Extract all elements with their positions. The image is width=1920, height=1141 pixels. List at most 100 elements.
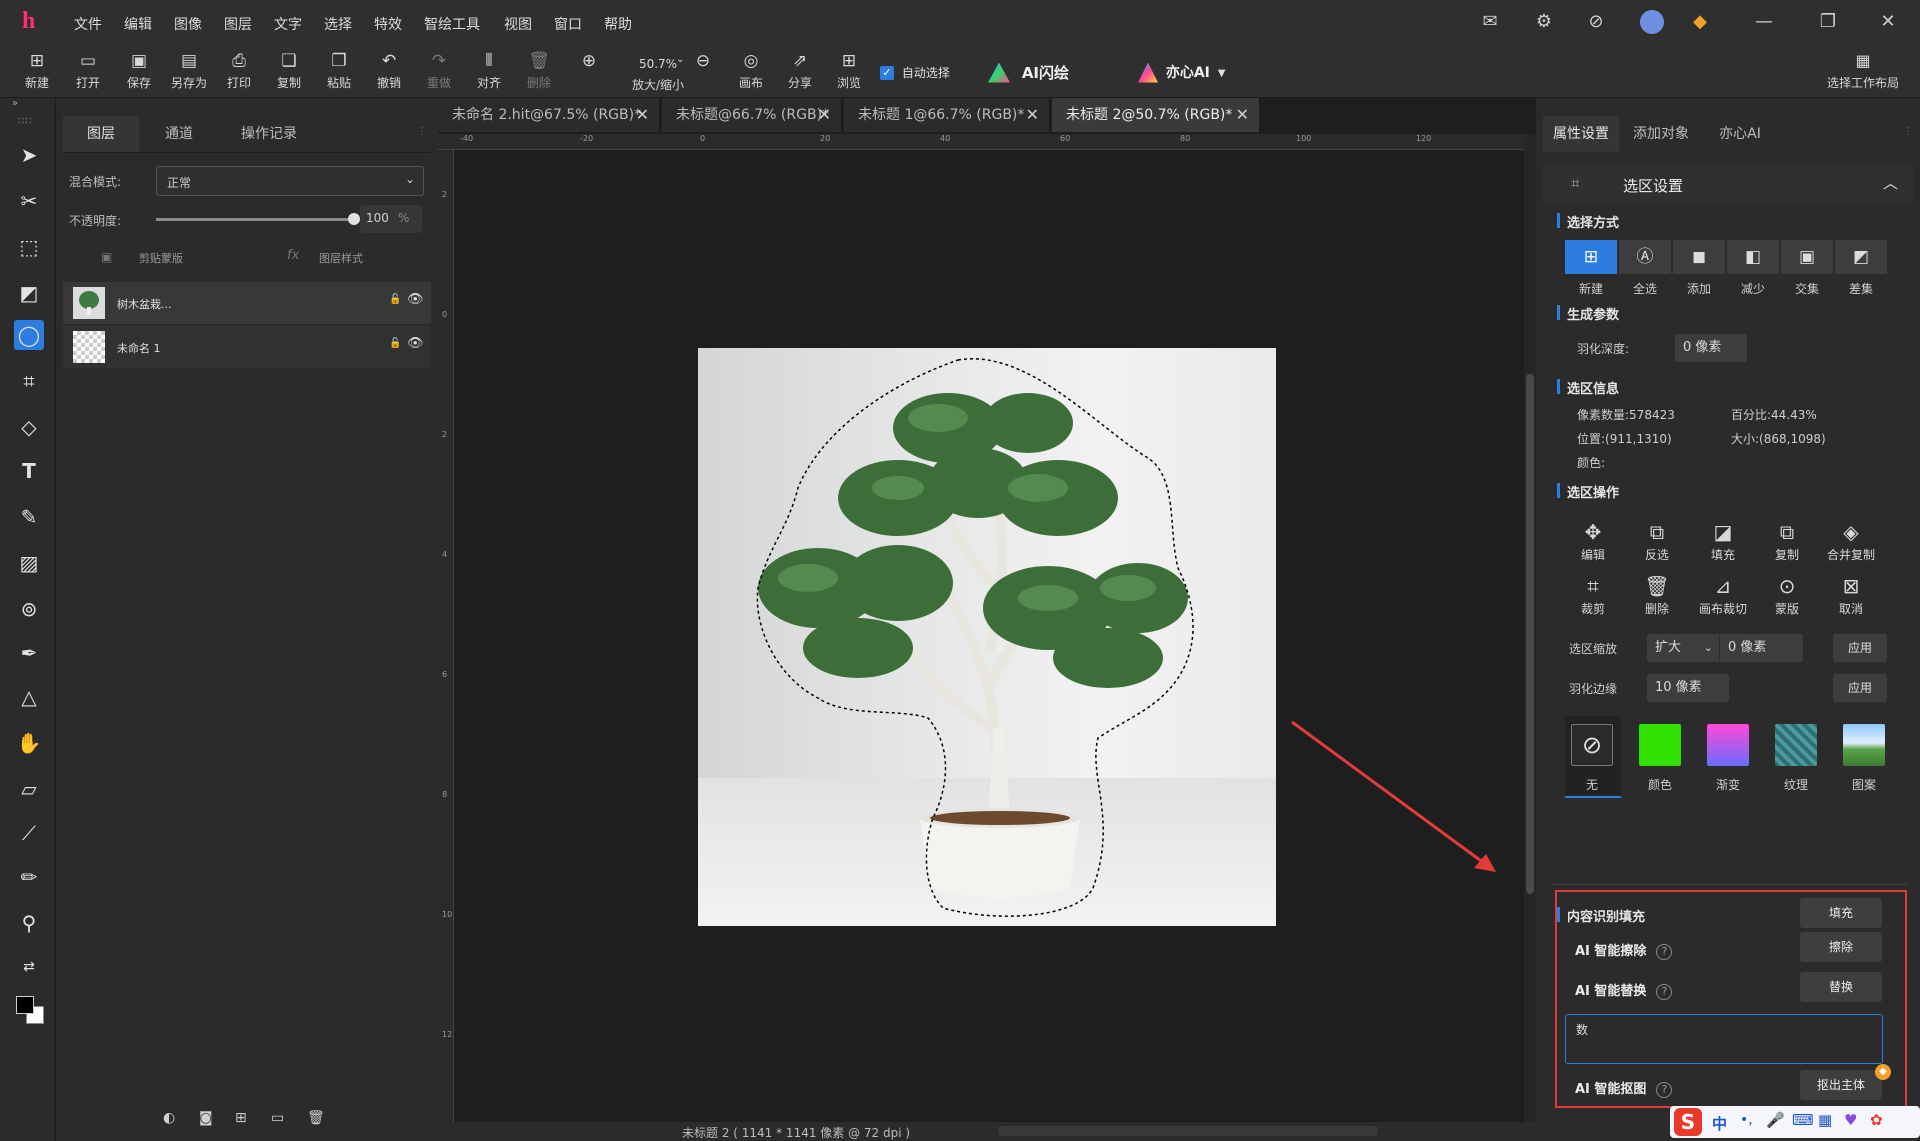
transform-tool-icon[interactable]: ▱ [14,774,44,804]
lock-icon[interactable]: 🔓 [389,338,401,349]
menu-smart-tools[interactable]: 智绘工具 [424,14,480,34]
restore-icon[interactable]: ❐ [1816,10,1840,34]
ai-replace-button[interactable]: 替换 [1800,972,1882,1002]
opacity-slider-track[interactable] [156,213,360,225]
smudge-tool-icon[interactable]: ⟋ [14,818,44,848]
layer-style-button[interactable]: 图层样式 [319,250,363,266]
help-icon[interactable]: ? [1656,944,1673,960]
op-delete-button[interactable]: 🗑 删除 [1629,574,1685,617]
text-tool-icon[interactable]: T [14,456,44,486]
paste-button[interactable]: ❐ 粘贴 [318,50,360,94]
skin-icon[interactable]: ♥ [1844,1111,1857,1129]
menu-select[interactable]: 选择 [324,14,352,34]
close-icon[interactable]: ✕ [1876,10,1900,34]
op-fill-button[interactable]: ◪ 填充 [1695,520,1751,563]
delete-layer-icon[interactable]: 🗑 [307,1110,325,1126]
tab-yixin-ai[interactable]: 亦心AI [1703,116,1777,152]
foreground-color-swatch[interactable] [16,996,34,1014]
keyboard-icon[interactable]: ⌨ [1792,1111,1814,1129]
close-tab-icon[interactable]: ✕ [818,98,831,132]
op-cancel-button[interactable]: ⊠ 取消 [1823,574,1879,617]
ai-prompt-textarea[interactable]: 数 [1565,1014,1883,1064]
sogou-logo-icon[interactable]: S [1674,1108,1702,1136]
ai-flash-button[interactable]: AI闪绘 [988,58,1069,86]
eyedropper-tool-icon[interactable]: ⚲ [14,908,44,938]
mode-difference-button[interactable]: ◩ [1835,240,1887,274]
stamp-tool-icon[interactable]: ⊚ [14,594,44,624]
hand-tool-icon[interactable]: ✋ [14,728,44,758]
menu-image[interactable]: 图像 [174,14,202,34]
menu-help[interactable]: 帮助 [604,14,632,34]
save-as-button[interactable]: ▤ 另存为 [168,50,210,94]
opacity-slider-handle[interactable] [348,213,360,225]
color-swatches[interactable] [16,996,44,1024]
print-button[interactable]: ⎙ 打印 [218,50,260,94]
browse-button[interactable]: ⊞ 浏览 [828,50,870,94]
document-tab[interactable]: 未标题 1@66.7% (RGB)* ✕ [844,98,1050,132]
op-mask-button[interactable]: ⊙ 蒙版 [1759,574,1815,617]
zoom-in-button[interactable]: ⊕ [568,50,610,94]
fill-option-texture[interactable] [1775,724,1817,766]
open-button[interactable]: ▭ 打开 [67,50,109,94]
swap-colors-icon[interactable]: ⇄ [14,952,44,982]
delete-button[interactable]: 🗑 删除 [518,50,560,94]
lock-icon[interactable]: 🔓 [389,294,401,305]
menu-text[interactable]: 文字 [274,14,302,34]
crop-tool-icon[interactable]: ⌗ [14,366,44,396]
shape-tool-icon[interactable]: △ [14,682,44,712]
blend-mode-select[interactable]: 正常 ⌄ [156,166,424,196]
marquee-tool-icon[interactable]: ⬚ [14,232,44,262]
avatar[interactable] [1640,10,1664,34]
close-tab-icon[interactable]: ✕ [636,98,649,132]
op-copy-button[interactable]: ⧉ 复制 [1759,520,1815,563]
opacity-input[interactable]: 100 % [360,205,422,233]
magic-select-tool-icon[interactable]: ◩ [14,278,44,308]
mode-select-all-button[interactable]: Ⓐ [1619,240,1671,274]
mode-add-button[interactable]: ◼ [1673,240,1725,274]
close-tab-icon[interactable]: ✕ [1026,98,1039,132]
auto-select-checkbox[interactable]: ✓ 自动选择 [880,62,950,82]
tab-layers[interactable]: 图层 [63,116,139,152]
layer-row[interactable]: 树木盆栽... 🔓 👁 [63,282,431,324]
vertical-scrollbar[interactable] [1524,134,1536,1122]
close-tab-icon[interactable]: ✕ [1236,98,1249,132]
op-crop-button[interactable]: ⌗ 裁剪 [1565,574,1621,617]
yixin-ai-button[interactable]: 亦心AI ▼ [1138,58,1225,86]
redo-button[interactable]: ↷ 重做 [418,50,460,94]
op-canvas-crop-button[interactable]: ⊿ 画布裁切 [1695,574,1751,617]
workspace-layout-button[interactable]: ▦ 选择工作布局 [1818,50,1908,91]
lasso-tool-icon[interactable]: ◯ [14,320,44,350]
add-layer-icon[interactable]: ⊞ [235,1110,247,1126]
op-invert-button[interactable]: ⧉ 反选 [1629,520,1685,563]
horizontal-scrollbar[interactable] [998,1126,1378,1136]
fill-tool-icon[interactable]: ◇ [14,412,44,442]
grip-icon[interactable]: ∷∷ [18,116,33,127]
menu-effects[interactable]: 特效 [374,14,402,34]
feather-apply-button[interactable]: 应用 [1833,674,1887,702]
no-fill-icon[interactable]: ⊘ [1571,724,1613,766]
punctuation-icon[interactable]: •, [1740,1112,1753,1128]
op-merge-copy-button[interactable]: ◈ 合并复制 [1823,520,1879,563]
undo-button[interactable]: ↶ 撤销 [368,50,410,94]
mode-subtract-button[interactable]: ◧ [1727,240,1779,274]
menu-window[interactable]: 窗口 [554,14,582,34]
canvas-button[interactable]: ◎ 画布 [730,50,772,94]
eraser-tool-icon[interactable]: ▨ [14,548,44,578]
tab-history[interactable]: 操作记录 [219,116,319,152]
tools-icon[interactable]: ✿ [1870,1111,1883,1129]
panel-grip-icon[interactable]: ⋮ [417,126,427,137]
ime-mode[interactable]: 中 [1712,1113,1727,1134]
scroll-thumb[interactable] [1526,374,1534,894]
artboard[interactable] [698,348,1276,926]
feather-edge-input[interactable]: 10 像素 [1647,674,1729,702]
scale-mode-select[interactable]: 扩大 ⌄ [1647,634,1719,662]
section-header[interactable]: ⌗ 选区设置 ︿ [1543,164,1913,204]
grid-icon[interactable]: ▦ [1818,1111,1832,1129]
zoom-out-button[interactable]: ⊖ [682,50,724,94]
eye-icon[interactable]: 👁 [407,336,424,351]
mode-intersect-button[interactable]: ▣ [1781,240,1833,274]
settings-icon[interactable]: ⚙ [1532,10,1556,34]
menu-edit[interactable]: 编辑 [124,14,152,34]
layer-row[interactable]: 未命名 1 🔓 👁 [63,326,431,368]
copy-button[interactable]: ❏ 复制 [268,50,310,94]
